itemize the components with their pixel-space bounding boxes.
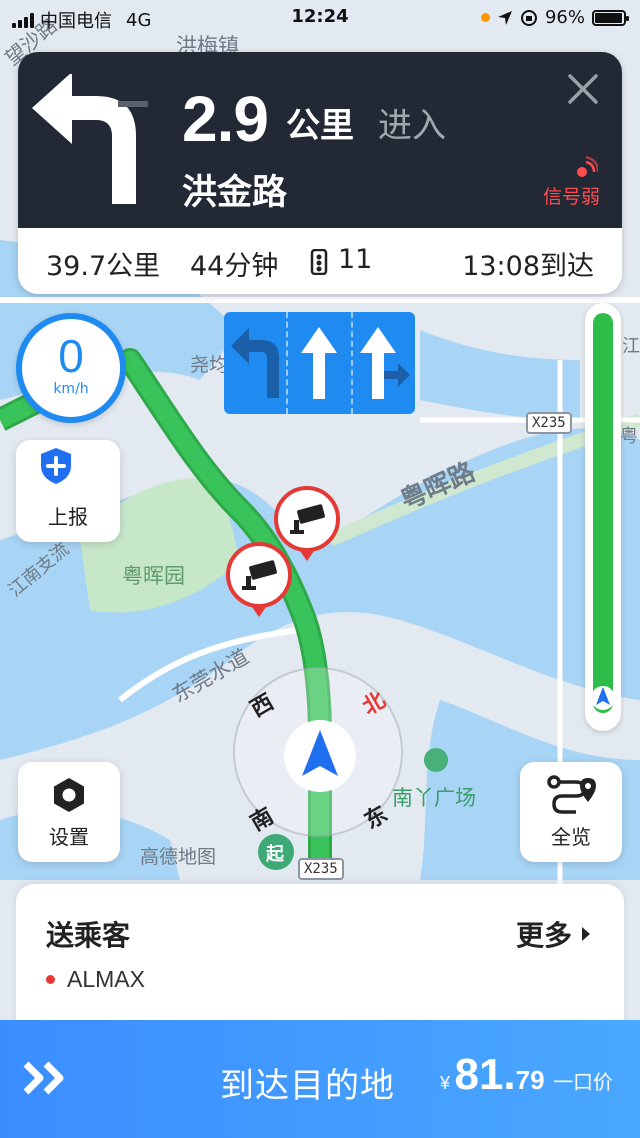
location-in-use-icon — [480, 13, 490, 22]
overview-button[interactable]: 全览 — [520, 762, 622, 862]
camera-icon — [242, 560, 277, 590]
lane-straight — [286, 312, 350, 414]
arrival-time: 13:08到达 — [462, 251, 594, 282]
remaining-time: 44分钟 — [190, 251, 279, 282]
current-location-icon — [284, 720, 356, 792]
status-bar: 中国电信 4G 12:24 96% — [0, 0, 640, 36]
overview-label: 全览 — [551, 825, 591, 849]
progress-car-icon — [591, 686, 615, 710]
arrive-destination-button[interactable]: 到达目的地 ¥ 81.79 一口价 — [0, 1020, 640, 1138]
maneuver-distance-unit: 公里 — [286, 106, 354, 146]
settings-button[interactable]: 设置 — [18, 762, 120, 862]
fare-currency: ¥ — [440, 1073, 451, 1093]
next-road-name: 洪金路 — [182, 173, 288, 213]
current-speed: 0 — [58, 330, 84, 382]
route-progress-bar — [585, 303, 621, 731]
turn-left-icon — [32, 74, 148, 204]
gear-icon — [54, 778, 84, 812]
double-chevron-right-icon — [23, 1061, 64, 1095]
caret-right-icon — [582, 927, 590, 941]
map-edge-label: 粤 — [620, 426, 638, 447]
speed-unit: km/h — [53, 381, 89, 397]
traffic-light-count: 11 — [338, 244, 373, 275]
battery-icon — [592, 9, 629, 26]
passenger-info: ALMAX — [46, 966, 145, 993]
battery-percent: 96% — [544, 7, 585, 28]
traffic-light-icon — [310, 249, 328, 275]
fare-amount: ¥ 81.79 一口价 — [440, 1050, 613, 1100]
map-label-poi: 南丫广场 — [392, 786, 476, 810]
rotation-lock-icon — [520, 9, 537, 26]
lane-straight-icon — [301, 327, 338, 399]
fare-integer: 81. — [454, 1050, 516, 1099]
map-label-park: 粤晖园 — [122, 564, 185, 588]
lane-left-turn-icon — [231, 328, 280, 398]
report-label: 上报 — [48, 505, 88, 529]
maneuver-action: 进入 — [378, 106, 446, 146]
guidance-header: 2.9 公里 进入 洪金路 信号弱 — [18, 52, 622, 228]
camera-icon — [290, 504, 325, 534]
location-arrow-icon — [497, 10, 512, 25]
signal-status: 信号弱 — [542, 186, 600, 208]
more-button[interactable]: 更多 — [516, 914, 590, 954]
settings-label: 设置 — [49, 825, 89, 849]
lane-straight-right-icon — [359, 327, 410, 399]
arrive-label: 到达目的地 — [220, 1066, 395, 1106]
status-dot — [46, 975, 55, 984]
weak-signal-icon — [577, 156, 598, 177]
camera-marker[interactable] — [226, 542, 292, 617]
road-shield: X235 — [298, 858, 344, 880]
map-watermark: 高德地图 — [140, 846, 217, 868]
close-icon[interactable] — [566, 72, 600, 106]
camera-marker[interactable] — [274, 486, 340, 561]
passenger-card-title: 送乘客 — [46, 919, 131, 952]
passenger-name: ALMAX — [67, 966, 145, 992]
fare-type: 一口价 — [553, 1070, 614, 1094]
route-progress-track — [593, 313, 613, 713]
shield-plus-icon — [41, 448, 71, 484]
guidance-panel: 2.9 公里 进入 洪金路 信号弱 39.7公里 44分钟 11 13:08到达 — [18, 52, 622, 294]
remaining-distance: 39.7公里 — [46, 251, 161, 282]
fare-decimal: 79 — [515, 1065, 545, 1095]
lane-guidance — [224, 312, 415, 414]
map-edge-label: 江 — [622, 336, 640, 357]
map-label-place: 尧均 — [190, 354, 229, 376]
report-button[interactable]: 上报 — [16, 440, 120, 542]
start-marker-label: 起 — [266, 844, 284, 865]
route-overview-icon — [547, 775, 596, 814]
maneuver-distance: 2.9 — [182, 83, 269, 155]
lane-straight-right — [350, 312, 415, 414]
more-label: 更多 — [515, 919, 572, 952]
road-shield: X235 — [526, 412, 572, 434]
speedometer: 0 km/h — [16, 313, 126, 423]
lane-left-turn — [224, 312, 286, 414]
